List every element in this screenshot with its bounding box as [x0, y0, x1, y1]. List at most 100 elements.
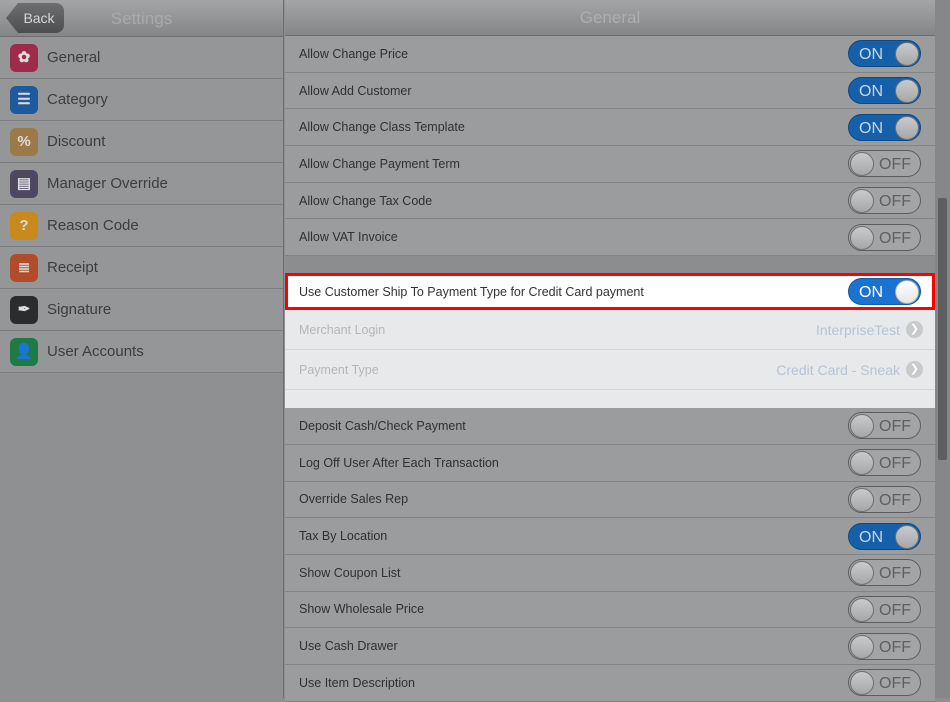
toggle-knob	[850, 414, 874, 439]
sidebar-item[interactable]: 👤 User Accounts	[0, 331, 283, 373]
toggle-knob	[895, 115, 919, 140]
toggle-state: ON	[859, 83, 883, 101]
panel-title: General	[285, 0, 935, 36]
toggle-knob	[895, 79, 919, 104]
scrollbar-thumb[interactable]	[938, 198, 947, 460]
toggle-knob	[895, 42, 919, 67]
toggle-state: ON	[859, 119, 883, 137]
toggle-switch[interactable]: OFF	[848, 223, 921, 251]
group-spacer	[285, 256, 935, 274]
setting-row: Show Coupon List OFF	[285, 554, 935, 592]
user-key-icon: 👤	[10, 337, 38, 366]
sidebar-item[interactable]: ▤ Manager Override	[0, 163, 283, 205]
sidebar-item[interactable]: ? Reason Code	[0, 205, 283, 247]
toggle-state: OFF	[879, 675, 911, 693]
setting-label: Show Coupon List	[299, 565, 401, 580]
toggle-switch[interactable]: OFF	[848, 150, 921, 178]
chevron-right-icon: ❯	[906, 361, 923, 379]
setting-row: Tax By Location ON	[285, 518, 935, 555]
toggle-state: ON	[859, 284, 883, 302]
toggle-knob	[850, 597, 874, 622]
pen-icon: ✒	[10, 295, 38, 324]
setting-row: Use Cash Drawer OFF	[285, 628, 935, 665]
setting-label: Use Item Description	[299, 675, 416, 690]
toggle-knob	[850, 487, 874, 512]
detail-value: InterpriseTest	[815, 321, 900, 338]
list-icon: ☰	[10, 85, 38, 114]
toggle-switch[interactable]: OFF	[848, 485, 921, 513]
setting-row: Allow Change Class Template ON	[285, 109, 935, 147]
setting-label: Allow Add Customer	[299, 83, 412, 98]
setting-row: Deposit Cash/Check Payment OFF	[285, 408, 935, 445]
sidebar-item[interactable]: ☰ Category	[0, 79, 283, 121]
toggle-switch[interactable]: OFF	[848, 187, 921, 215]
toggle-state: OFF	[879, 418, 911, 436]
sidebar-item-label: User Accounts	[47, 343, 144, 360]
back-button[interactable]: Back	[6, 3, 64, 33]
setting-row: Show Wholesale Price OFF	[285, 591, 935, 629]
sidebar-item[interactable]: % Discount	[0, 121, 283, 163]
toggle-switch[interactable]: ON	[848, 77, 921, 105]
setting-label: Log Off User After Each Transaction	[299, 455, 499, 470]
gear-icon: ✿	[10, 43, 38, 72]
toggle-switch[interactable]: ON	[848, 113, 921, 141]
setting-row: Allow Change Payment Term OFF	[285, 146, 935, 183]
toggle-switch[interactable]: OFF	[848, 449, 921, 477]
setting-row: Log Off User After Each Transaction OFF	[285, 444, 935, 482]
detail-label: Merchant Login	[299, 322, 386, 337]
sidebar-item-label: Receipt	[47, 259, 98, 276]
setting-row: Use Item Description OFF	[285, 664, 935, 702]
toggle-switch[interactable]: ON	[848, 522, 921, 550]
toggle-knob	[895, 524, 919, 549]
toggle-knob	[850, 225, 874, 250]
toggle-state: OFF	[879, 565, 911, 583]
toggle-knob	[850, 634, 874, 659]
settings-sidebar: Back Settings ✿ General ☰ Category % Discount…	[0, 0, 284, 698]
setting-label: Allow Change Tax Code	[299, 193, 433, 208]
toggle-switch[interactable]: ON	[848, 40, 921, 68]
toggle-state: OFF	[879, 156, 911, 174]
toggle-switch[interactable]: OFF	[848, 669, 921, 697]
group-spacer	[285, 390, 935, 409]
toggle-switch[interactable]: ON	[848, 278, 921, 306]
toggle-knob	[850, 561, 874, 586]
question-icon: ?	[10, 211, 38, 240]
setting-row: Allow VAT Invoice OFF	[285, 219, 935, 257]
toggle-switch[interactable]: OFF	[848, 595, 921, 623]
sidebar-header: Back Settings	[0, 0, 283, 37]
toggle-state: ON	[859, 528, 883, 546]
toggle-knob	[850, 189, 874, 214]
detail-value: Credit Card - Sneak	[776, 361, 900, 378]
toggle-switch[interactable]: OFF	[848, 559, 921, 587]
toggle-knob	[895, 280, 919, 305]
setting-label: Deposit Cash/Check Payment	[299, 418, 466, 433]
highlighted-setting-row: Use Customer Ship To Payment Type for Cr…	[285, 273, 935, 311]
setting-label: Show Wholesale Price	[299, 602, 425, 617]
chevron-right-icon: ❯	[906, 321, 923, 339]
setting-label: Allow Change Class Template	[299, 120, 465, 135]
toggle-switch[interactable]: OFF	[848, 412, 921, 440]
toggle-state: OFF	[879, 455, 911, 473]
setting-label: Use Cash Drawer	[299, 639, 398, 654]
toggle-switch[interactable]: OFF	[848, 632, 921, 660]
setting-label: Tax By Location	[299, 529, 388, 544]
toggle-knob	[850, 671, 874, 696]
toggle-knob	[850, 451, 874, 476]
toggle-state: OFF	[879, 229, 911, 247]
sidebar-item[interactable]: ✿ General	[0, 37, 283, 79]
sidebar-item-label: Manager Override	[47, 175, 168, 192]
sidebar-item-label: Reason Code	[47, 217, 139, 234]
setting-label: Allow VAT Invoice	[299, 230, 398, 245]
sidebar-item-label: Category	[47, 91, 108, 108]
sidebar-item-label: General	[47, 49, 101, 66]
detail-row[interactable]: Merchant Login InterpriseTest ❯	[285, 310, 935, 351]
sidebar-item-label: Signature	[47, 301, 112, 318]
sidebar-title: Settings	[110, 9, 173, 28]
toggle-state: OFF	[879, 601, 911, 619]
id-card-icon: ▤	[10, 169, 38, 198]
sidebar-item[interactable]: ≣ Receipt	[0, 247, 283, 289]
scrollbar[interactable]	[935, 0, 950, 698]
detail-row[interactable]: Payment Type Credit Card - Sneak ❯	[285, 350, 935, 391]
setting-row: Override Sales Rep OFF	[285, 481, 935, 519]
sidebar-item[interactable]: ✒ Signature	[0, 289, 283, 331]
